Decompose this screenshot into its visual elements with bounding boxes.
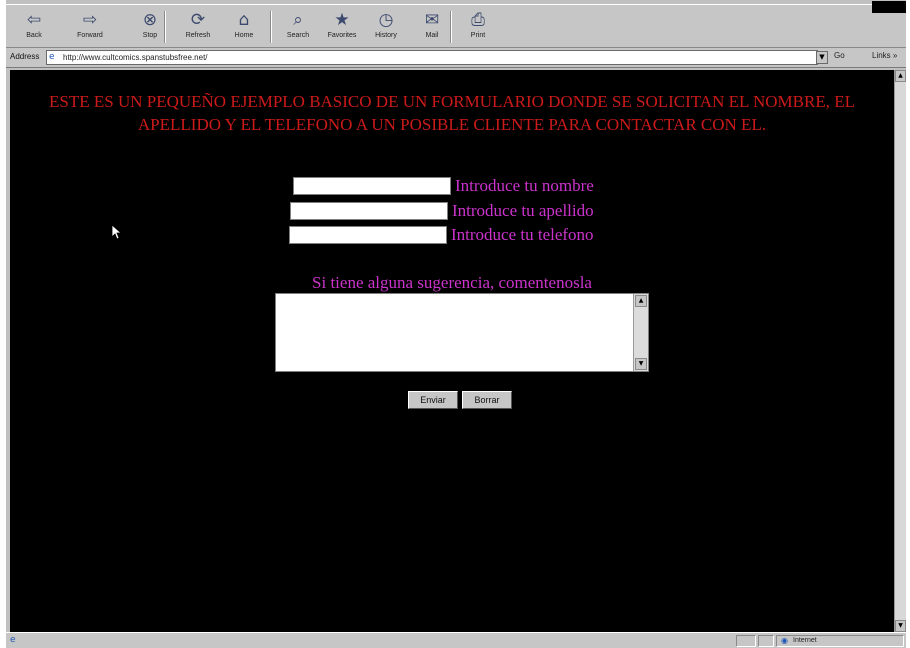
page-status-icon: e bbox=[10, 635, 16, 645]
address-label: Address bbox=[10, 52, 40, 61]
address-url[interactable]: http://www.cultcomics.spanstubsfree.net/ bbox=[63, 53, 208, 62]
history-icon: ◷ bbox=[378, 10, 394, 30]
toolbar-button-favorites[interactable]: ★ Favorites bbox=[322, 9, 362, 47]
status-pane bbox=[758, 635, 774, 647]
page-scrollbar[interactable]: ▲ ▼ bbox=[894, 70, 906, 632]
borrar-button[interactable]: Borrar bbox=[462, 391, 512, 409]
forward-arrow-icon: ⇨ bbox=[82, 10, 98, 30]
page-viewport: ESTE ES UN PEQUEÑO EJEMPLO BASICO DE UN … bbox=[10, 70, 894, 632]
mail-icon: ✉ bbox=[424, 10, 440, 30]
telefono-label: Introduce tu telefono bbox=[451, 225, 594, 244]
scroll-up-icon[interactable]: ▲ bbox=[635, 295, 647, 307]
search-icon: ⌕ bbox=[293, 10, 303, 30]
status-pane bbox=[736, 635, 756, 647]
refresh-icon: ⟳ bbox=[190, 10, 206, 30]
toolbar-button-label: Forward bbox=[77, 32, 103, 39]
intro-heading: ESTE ES UN PEQUEÑO EJEMPLO BASICO DE UN … bbox=[49, 92, 855, 134]
apellido-input[interactable] bbox=[290, 202, 448, 220]
toolbar-button-home[interactable]: ⌂ Home bbox=[224, 9, 264, 47]
scroll-down-icon[interactable]: ▼ bbox=[635, 358, 647, 370]
suggestion-textarea[interactable] bbox=[276, 294, 634, 371]
suggestion-box: ▲ ▼ bbox=[275, 293, 649, 372]
toolbar-button-label: Print bbox=[470, 32, 486, 39]
address-dropdown-button[interactable]: ▼ bbox=[816, 51, 828, 64]
go-button[interactable]: Go bbox=[834, 51, 845, 60]
zone-pane: ◉ Internet bbox=[776, 635, 904, 647]
toolbar-button-label: Favorites bbox=[327, 32, 357, 39]
toolbar-separator bbox=[164, 11, 166, 43]
toolbar-corner bbox=[872, 1, 906, 13]
nombre-input[interactable] bbox=[293, 177, 451, 195]
zone-label: Internet bbox=[793, 637, 817, 644]
toolbar-button-history[interactable]: ◷ History bbox=[366, 9, 406, 47]
toolbar-button-search[interactable]: ⌕ Search bbox=[278, 9, 318, 47]
mouse-cursor-icon bbox=[111, 224, 121, 240]
toolbar-button-refresh[interactable]: ⟳ Refresh bbox=[178, 9, 218, 47]
apellido-label: Introduce tu apellido bbox=[452, 201, 594, 220]
page-scroll-up-icon[interactable]: ▲ bbox=[895, 70, 906, 82]
status-bar: e ◉ Internet bbox=[6, 632, 906, 648]
toolbar-button-label: History bbox=[375, 32, 397, 39]
print-icon: ⎙ bbox=[471, 10, 485, 30]
page-scroll-down-icon[interactable]: ▼ bbox=[895, 620, 906, 632]
ie-page-icon: e bbox=[49, 52, 55, 62]
browser-toolbar: ⇦ Back ⇨ Forward ⊗ Stop ⟳ Refresh ⌂ Home ⌕ Search ★ F… bbox=[6, 1, 906, 48]
back-arrow-icon: ⇦ bbox=[26, 10, 42, 30]
favorites-icon: ★ bbox=[334, 10, 350, 30]
toolbar-button-label: Back bbox=[26, 32, 42, 39]
toolbar-button-back[interactable]: ⇦ Back bbox=[14, 9, 54, 47]
address-bar: Address e http://www.cultcomics.spanstub… bbox=[6, 48, 906, 68]
address-input[interactable]: e http://www.cultcomics.spanstubsfree.ne… bbox=[46, 50, 818, 65]
toolbar-button-label: Refresh bbox=[185, 32, 211, 39]
toolbar-separator bbox=[450, 11, 452, 43]
home-icon: ⌂ bbox=[238, 10, 250, 30]
toolbar-button-forward[interactable]: ⇨ Forward bbox=[70, 9, 110, 47]
internet-zone-icon: ◉ bbox=[781, 636, 788, 645]
telefono-input[interactable] bbox=[289, 226, 447, 244]
browser-window: ⇦ Back ⇨ Forward ⊗ Stop ⟳ Refresh ⌂ Home ⌕ Search ★ F… bbox=[6, 0, 906, 648]
suggestion-label: Si tiene alguna sugerencia, comentenosla bbox=[312, 273, 592, 292]
textarea-scrollbar[interactable]: ▲ ▼ bbox=[633, 294, 648, 371]
nombre-label: Introduce tu nombre bbox=[455, 176, 594, 195]
links-button[interactable]: Links » bbox=[872, 51, 897, 60]
toolbar-separator bbox=[270, 11, 272, 43]
enviar-button[interactable]: Enviar bbox=[408, 391, 458, 409]
toolbar-button-label: Home bbox=[234, 32, 254, 39]
toolbar-button-label: Search bbox=[286, 32, 310, 39]
toolbar-button-label: Mail bbox=[425, 32, 439, 39]
toolbar-button-print[interactable]: ⎙ Print bbox=[458, 9, 498, 47]
toolbar-button-mail[interactable]: ✉ Mail bbox=[412, 9, 452, 47]
